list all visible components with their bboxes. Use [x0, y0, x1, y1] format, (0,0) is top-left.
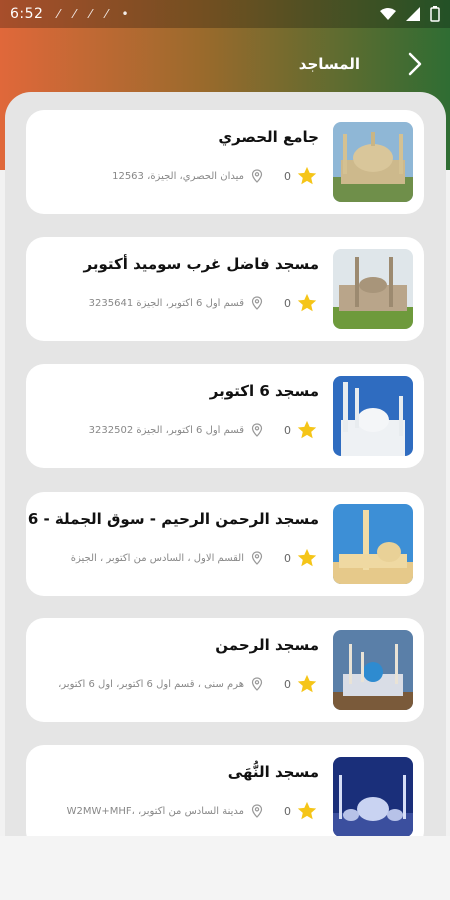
mosque-card[interactable]: مسجد 6 اكتوبر 0 قسم أول 6 أكتوبر، الجيزة…	[26, 364, 424, 468]
mosque-address: القسم الاول ، السادس من اكتوبر ، الجيزة	[70, 552, 244, 564]
mosque-meta: 0 قسم أول 6 أكتوبر، الجيزة 3232502	[40, 418, 319, 442]
rating-value: 0	[284, 169, 291, 183]
rating-value: 0	[284, 551, 291, 565]
star-icon	[295, 799, 319, 823]
mosque-thumbnail	[333, 122, 413, 202]
location-pin-icon	[250, 677, 264, 691]
notification-icon: ⁄	[57, 7, 60, 21]
mosque-address: مدينة السادس من أكتوبر، ،W2MW+MHF	[66, 805, 244, 817]
mosque-card[interactable]: مسجد الرحمن الرحيم - سوق الجملة - 6 0 ال…	[26, 492, 424, 596]
status-bar: 6:52 ⁄ ⁄ ⁄ ⁄ •	[0, 0, 450, 28]
mosque-card[interactable]: مسجد الرحمن 0 هرم سنى ، قسم أول 6 أكتوبر…	[26, 618, 424, 722]
mosque-thumbnail	[333, 757, 413, 836]
mosque-card[interactable]: مسجد النُّهَى 0 مدينة السادس من أكتوبر، …	[26, 745, 424, 836]
mosque-card[interactable]: مسجد فاضل غرب سوميد أكتوبر 0 قسم أول 6 أ…	[26, 237, 424, 341]
mosque-thumbnail	[333, 630, 413, 710]
mosque-meta: 0 مدينة السادس من أكتوبر، ،W2MW+MHF	[40, 799, 319, 823]
mosque-address: قسم أول 6 أكتوبر، الجيزة 3232502	[88, 424, 244, 436]
page-title: المساجد	[298, 55, 360, 73]
mosque-thumbnail	[333, 249, 413, 329]
star-icon	[295, 291, 319, 315]
star-icon	[295, 164, 319, 188]
location-pin-icon	[250, 296, 264, 310]
star-icon	[295, 546, 319, 570]
location-pin-icon	[250, 804, 264, 818]
rating-value: 0	[284, 677, 291, 691]
chevron-right-icon	[408, 52, 422, 76]
location-pin-icon	[250, 423, 264, 437]
notification-icons: ⁄ ⁄ ⁄ ⁄ •	[57, 7, 128, 21]
mosque-name: جامع الحصري	[218, 128, 319, 146]
mosque-card[interactable]: جامع الحصري 0 ميدان الحصري، الجيزة، 1256…	[26, 110, 424, 214]
notification-icon: ⁄	[73, 7, 76, 21]
star-icon	[295, 418, 319, 442]
mosque-meta: 0 قسم أول 6 أكتوبر، الجيزة 3235641	[40, 291, 319, 315]
notification-icon: ⁄	[105, 7, 108, 21]
rating-value: 0	[284, 296, 291, 310]
mosque-meta: 0 هرم سنى ، قسم أول 6 أكتوبر، اول 6 أكتو…	[40, 672, 319, 696]
location-pin-icon	[250, 169, 264, 183]
mosque-address: هرم سنى ، قسم أول 6 أكتوبر، اول 6 أكتوبر…	[58, 678, 244, 690]
mosque-meta: 0 ميدان الحصري، الجيزة، 12563	[40, 164, 319, 188]
bottom-bar	[0, 836, 450, 900]
mosque-thumbnail	[333, 376, 413, 456]
star-icon	[295, 672, 319, 696]
rating-value: 0	[284, 804, 291, 818]
mosque-list[interactable]: جامع الحصري 0 ميدان الحصري، الجيزة، 1256…	[5, 92, 446, 836]
app-bar: المساجد	[0, 28, 450, 100]
mosque-name: مسجد فاضل غرب سوميد أكتوبر	[83, 255, 320, 273]
mosque-address: قسم أول 6 أكتوبر، الجيزة 3235641	[88, 297, 244, 309]
mosque-name: مسجد الرحمن	[215, 636, 319, 654]
mosque-name: مسجد النُّهَى	[227, 763, 319, 781]
status-time: 6:52	[10, 6, 44, 22]
wifi-icon	[380, 8, 396, 20]
battery-icon	[430, 6, 440, 22]
mosque-name: مسجد الرحمن الرحيم - سوق الجملة - 6	[27, 510, 319, 528]
signal-icon	[406, 7, 420, 21]
mosque-thumbnail	[333, 504, 413, 584]
mosque-address: ميدان الحصري، الجيزة، 12563	[112, 170, 244, 182]
back-button[interactable]	[390, 39, 440, 89]
notification-icon: ⁄	[89, 7, 92, 21]
dot-icon: •	[121, 7, 129, 21]
location-pin-icon	[250, 551, 264, 565]
rating-value: 0	[284, 423, 291, 437]
mosque-name: مسجد 6 اكتوبر	[209, 382, 319, 400]
mosque-meta: 0 القسم الاول ، السادس من اكتوبر ، الجيز…	[40, 546, 319, 570]
